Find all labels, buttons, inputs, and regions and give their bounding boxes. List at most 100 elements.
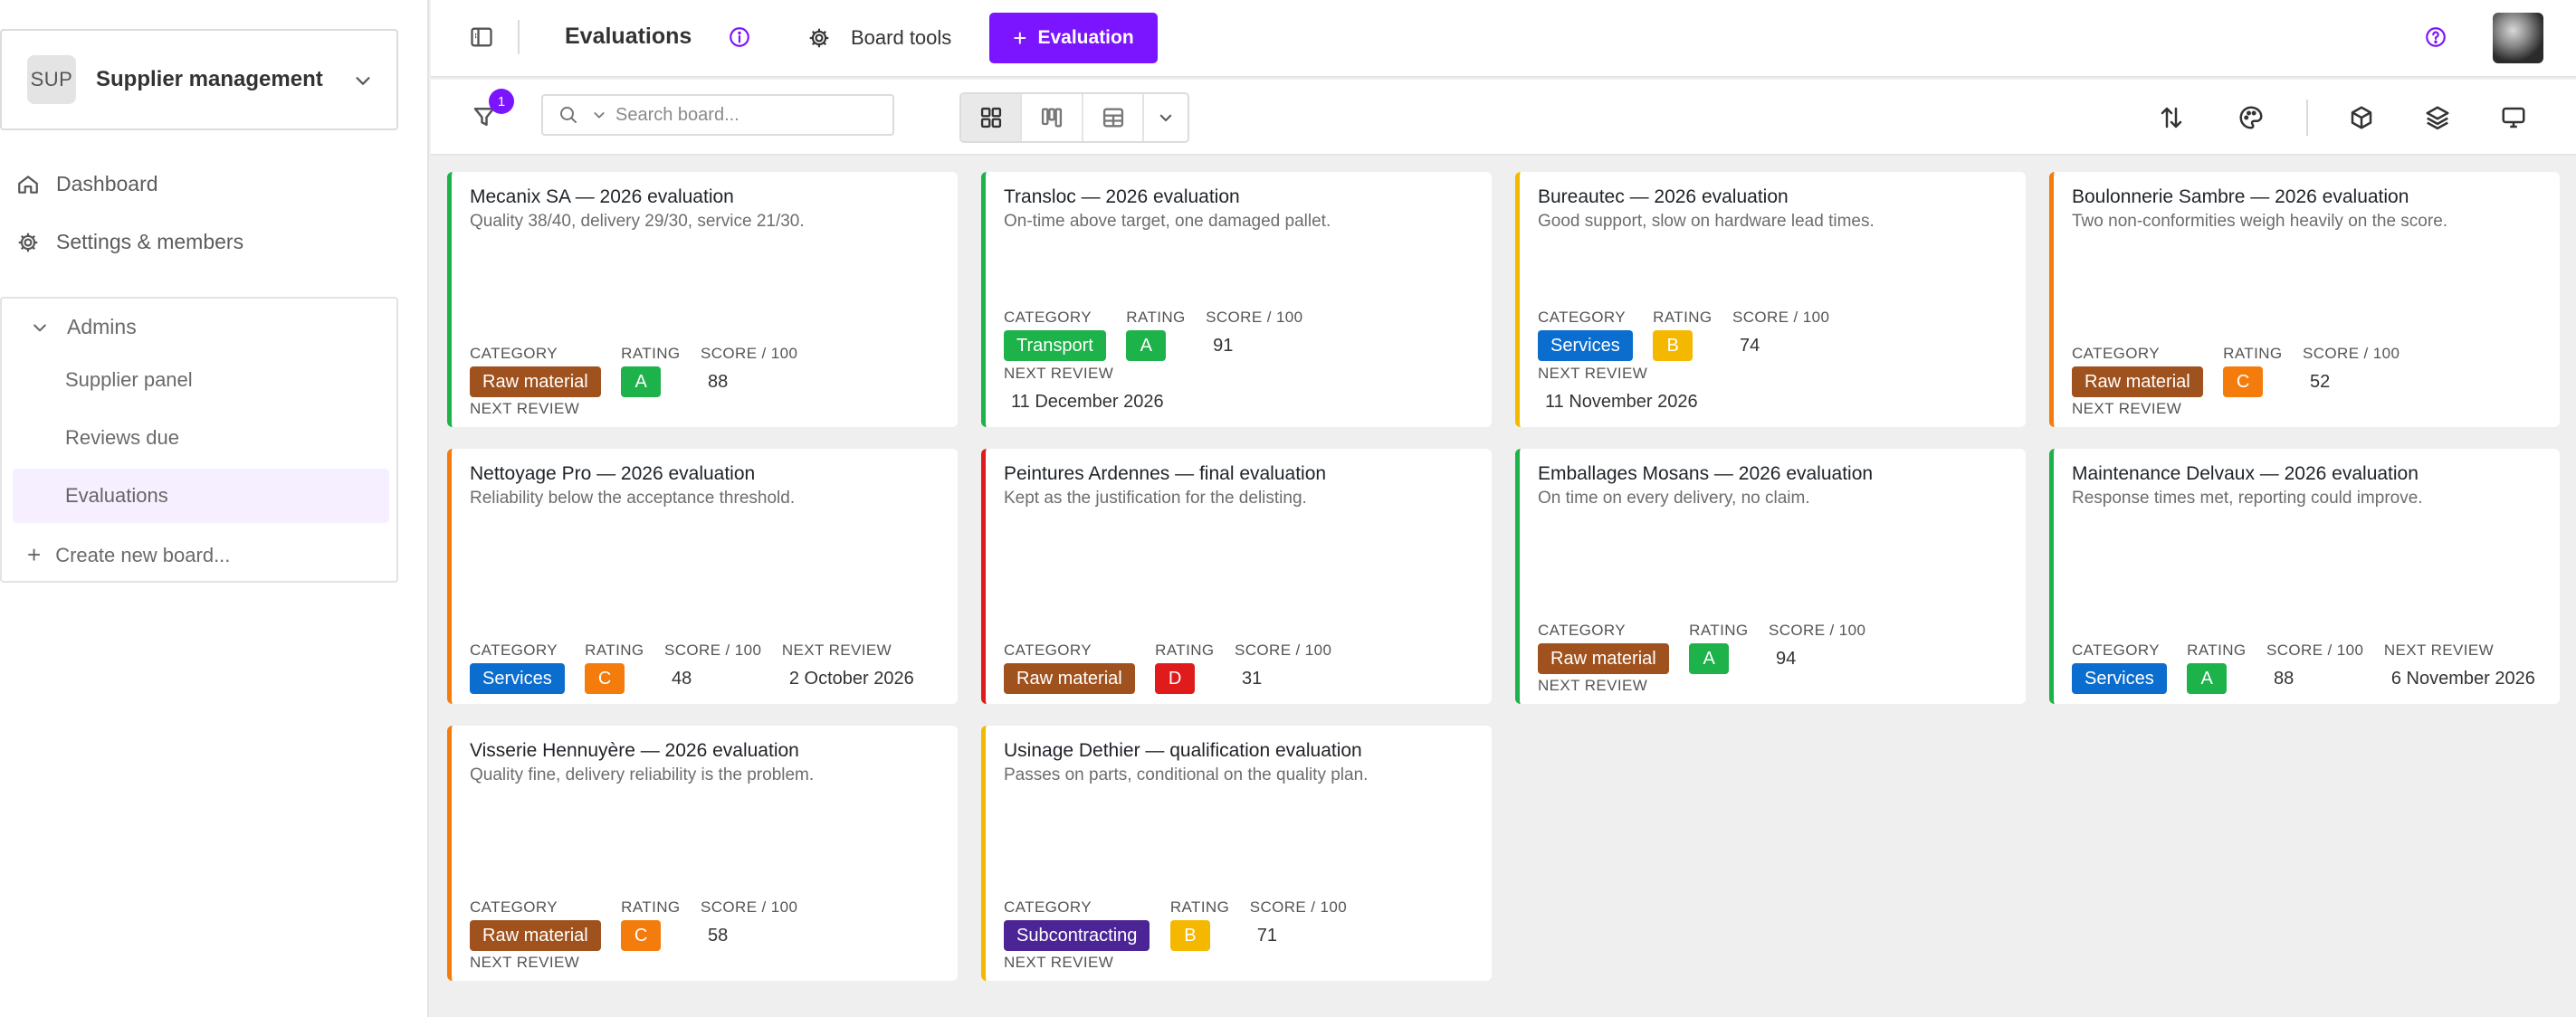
sidebar-item-evaluations[interactable]: Evaluations [13,469,389,523]
avatar[interactable] [2493,13,2543,63]
rating-badge: B [1653,330,1693,361]
sidebar-toggle-icon[interactable] [469,24,494,50]
card-fields: CATEGORY Services RATING B SCORE / 100 74 N… [1538,306,2018,418]
gear-icon [809,28,829,48]
evaluation-card[interactable]: Bureautec — 2026 evaluation Good support… [1515,172,2026,427]
score-value: 88 [2273,668,2295,689]
card-fields: CATEGORY Services RATING A SCORE / 100 88 N… [2072,639,2552,695]
new-evaluation-button[interactable]: + Evaluation [989,13,1158,63]
evaluation-card[interactable]: Boulonnerie Sambre — 2026 evaluation Two… [2049,172,2560,427]
score-label: SCORE / 100 [2302,345,2400,362]
card-description: Good support, slow on hardware lead time… [1538,212,1875,231]
evaluation-card[interactable]: Maintenance Delvaux — 2026 evaluation Re… [2049,449,2560,704]
evaluation-card[interactable]: Transloc — 2026 evaluation On-time above… [981,172,1492,427]
category-badge: Subcontracting [1004,920,1150,951]
sort-icon[interactable] [2158,104,2185,131]
topbar-divider [518,20,520,54]
score-value: 52 [2309,371,2331,392]
next-review-label: NEXT REVIEW [470,954,580,971]
rating-label: RATING [1653,309,1713,326]
category-label: CATEGORY [1538,622,1627,639]
rating-label: RATING [621,345,681,362]
category-badge: Services [2072,663,2167,694]
score-value: 48 [671,668,692,689]
rating-label: RATING [1126,309,1186,326]
card-description: Response times met, reporting could impr… [2072,489,2423,508]
rating-badge: A [621,366,662,397]
cube-icon[interactable] [2348,104,2375,131]
admins-group-toggle[interactable]: Admins [31,315,137,339]
layers-icon[interactable] [2424,104,2451,131]
workspace-name: Supplier management [96,67,323,91]
evaluation-card[interactable]: Visserie Hennuyère — 2026 evaluation Qua… [447,726,958,981]
evaluation-card[interactable]: Peintures Ardennes — final evaluation Ke… [981,449,1492,704]
help-icon[interactable] [2424,25,2447,49]
card-title: Peintures Ardennes — final evaluation [1004,463,1327,484]
rating-label: RATING [1689,622,1749,639]
rating-label: RATING [585,642,644,659]
kanban-view-icon [1042,108,1063,128]
plus-icon: + [27,541,42,568]
score-label: SCORE / 100 [1768,622,1866,639]
rating-badge: A [1126,330,1167,361]
rating-badge: A [1689,643,1730,674]
score-label: SCORE / 100 [1206,309,1303,326]
category-badge: Raw material [2072,366,2203,397]
view-switcher [959,92,1189,143]
board-tools-label: Board tools [851,26,952,49]
card-title: Mecanix SA — 2026 evaluation [470,186,734,207]
plus-icon: + [1013,24,1027,52]
toolbar-divider [2306,100,2308,136]
next-review-value: 2 October 2026 [788,668,914,689]
category-label: CATEGORY [2072,642,2161,659]
evaluation-card[interactable]: Nettoyage Pro — 2026 evaluation Reliabil… [447,449,958,704]
rating-label: RATING [1169,898,1230,916]
table-view-button[interactable] [1083,94,1145,141]
category-badge: Raw material [1004,663,1135,694]
next-review-label: NEXT REVIEW [2072,400,2182,417]
board-tools-button[interactable]: Board tools [807,20,951,56]
sidebar-item-reviews-due[interactable]: Reviews due [13,411,389,465]
monitor-icon[interactable] [2500,104,2527,131]
nav-dashboard[interactable]: Dashboard [16,172,158,196]
board-toolbar: 1 [431,80,2576,156]
chevron-down-icon[interactable] [592,108,606,122]
card-fields: CATEGORY Transport RATING A SCORE / 100 91 … [1004,306,1484,418]
rating-badge: C [621,920,662,951]
next-review-label: NEXT REVIEW [1004,954,1114,971]
info-icon[interactable] [728,25,751,49]
page-title: Evaluations [565,24,692,49]
search-field[interactable] [541,94,894,136]
nav-settings-members[interactable]: Settings & members [16,230,243,254]
card-title: Usinage Dethier — qualification evaluati… [1004,740,1362,761]
next-review-label: NEXT REVIEW [781,642,892,659]
nav-settings-label: Settings & members [56,230,244,253]
workspace-badge: SUP [27,55,76,104]
score-label: SCORE / 100 [700,898,798,916]
category-badge: Services [1538,330,1633,361]
next-review-label: NEXT REVIEW [2383,642,2495,659]
workspace-switcher[interactable]: SUP Supplier management [0,29,398,130]
view-options-button[interactable] [1144,94,1188,141]
palette-icon[interactable] [2237,104,2265,131]
sidebar-item-supplier-panel[interactable]: Supplier panel [13,353,389,407]
rating-label: RATING [621,898,681,916]
kanban-view-button[interactable] [1022,94,1083,141]
card-fields: CATEGORY Services RATING C SCORE / 100 48 N… [470,639,949,695]
category-label: CATEGORY [1538,309,1627,326]
card-description: Quality fine, delivery reliability is th… [470,765,815,784]
card-title: Visserie Hennuyère — 2026 evaluation [470,740,799,761]
evaluation-card[interactable]: Usinage Dethier — qualification evaluati… [981,726,1492,981]
top-bar: Evaluations Board tools + Evaluation [431,0,2576,78]
evaluation-card[interactable]: Mecanix SA — 2026 evaluation Quality 38/… [447,172,958,427]
create-board-button[interactable]: + Create new board... [27,541,230,569]
card-description: Quality 38/40, delivery 29/30, service 2… [470,212,805,231]
score-value: 91 [1213,335,1234,356]
card-fields: CATEGORY Raw material RATING A SCORE / 100… [470,342,949,418]
grid-view-button[interactable] [961,94,1023,141]
next-review-label: NEXT REVIEW [470,400,580,417]
search-input[interactable] [615,104,869,126]
evaluation-card[interactable]: Emballages Mosans — 2026 evaluation On t… [1515,449,2026,704]
grid-view-icon [980,107,1001,128]
gear-icon [18,233,38,252]
